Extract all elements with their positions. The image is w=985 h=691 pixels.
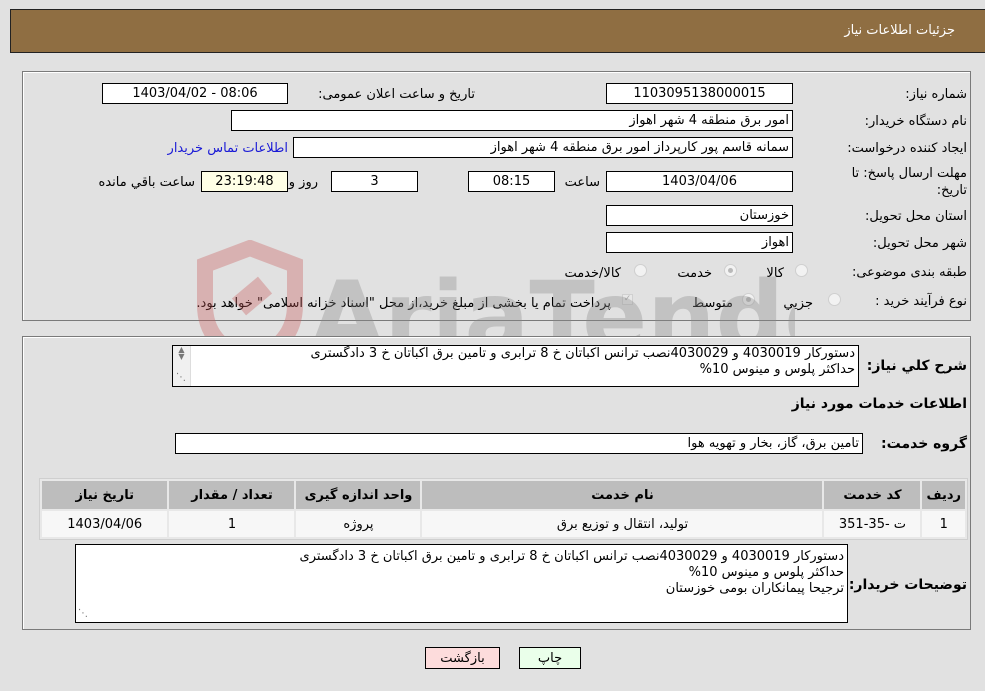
cell-quantity: 1 [169, 511, 295, 537]
description-textarea[interactable]: دستورکار 4030019 و 4030029نصب ترانس اکبا… [172, 345, 859, 387]
page-title: جزئیات اطلاعات نیاز [844, 23, 955, 38]
service-group-label: گروه خدمت: [881, 436, 967, 452]
process-radio-medium[interactable] [742, 293, 755, 306]
back-button[interactable]: بازگشت [425, 647, 500, 669]
buyer-notes-label: توضیحات خریدار: [848, 577, 967, 593]
treasury-checkbox-label: پرداخت تمام یا بخشی از مبلغ خرید،از محل … [196, 296, 611, 311]
table-row: 1 ت -35-351 تولید، انتقال و توزیع برق پر… [42, 511, 965, 537]
treasury-checkbox[interactable]: ✓ [622, 294, 633, 305]
announce-label: تاریخ و ساعت اعلان عمومی: [318, 87, 475, 102]
process-option-minor: جزيي [783, 296, 813, 311]
buyer-notes-textarea[interactable]: دستورکار 4030019 و 4030029نصب ترانس اکبا… [75, 544, 848, 623]
creator-label: ایجاد کننده درخواست: [847, 141, 967, 156]
deadline-label-1: مهلت ارسال پاسخ: تا [851, 166, 967, 181]
days-remaining-field: 3 [331, 171, 418, 192]
category-radio-service[interactable] [724, 264, 737, 277]
process-type-label: نوع فرآیند خرید : [875, 294, 967, 309]
services-section-title: اطلاعات خدمات مورد نیاز [791, 396, 967, 412]
description-scrollbar[interactable]: ▲ ▼ ⋱ [173, 346, 191, 386]
service-group-field: تامین برق، گاز، بخار و تهویه هوا [175, 433, 863, 454]
announce-datetime-field: 1403/04/02 - 08:06 [102, 83, 288, 104]
col-header-unit: واحد اندازه گیری [296, 481, 421, 509]
buyer-contact-link[interactable]: اطلاعات تماس خریدار [168, 141, 288, 156]
category-option-goods: کالا [766, 266, 784, 281]
category-option-goods-service: کالا/خدمت [564, 266, 621, 281]
days-label: روز و [288, 175, 318, 190]
deadline-date-field: 1403/04/06 [606, 171, 793, 192]
city-label: شهر محل تحویل: [872, 236, 967, 251]
buyer-org-label: نام دستگاه خریدار: [864, 114, 967, 129]
scroll-down-icon[interactable]: ▼ [173, 353, 190, 361]
need-number-label: شماره نیاز: [905, 87, 967, 102]
resize-grip-icon[interactable]: ⋱ [176, 372, 186, 383]
category-option-service: خدمت [677, 266, 712, 281]
remaining-time-field: 23:19:48 [201, 171, 288, 192]
remaining-label: ساعت باقي مانده [98, 175, 195, 190]
table-header-row: ردیف کد خدمت نام خدمت واحد اندازه گیری ت… [42, 481, 965, 509]
description-label: شرح کلي نیاز: [866, 358, 967, 374]
province-field: خوزستان [606, 205, 793, 226]
cell-need-date: 1403/04/06 [42, 511, 168, 537]
resize-grip-icon[interactable]: ⋱ [78, 608, 88, 619]
deadline-label-2: تاریخ: [936, 183, 967, 198]
category-radio-goods-service[interactable] [634, 264, 647, 277]
province-label: استان محل تحویل: [865, 209, 967, 224]
category-label: طبقه بندی موضوعی: [851, 265, 967, 280]
services-table: ردیف کد خدمت نام خدمت واحد اندازه گیری ت… [39, 478, 968, 540]
process-radio-minor[interactable] [828, 293, 841, 306]
city-field: اهواز [606, 232, 793, 253]
col-header-quantity: تعداد / مقدار [169, 481, 295, 509]
cell-service-code: ت -35-351 [824, 511, 921, 537]
time-label: ساعت [564, 175, 600, 190]
col-header-service-code: کد خدمت [824, 481, 921, 509]
print-button[interactable]: چاپ [519, 647, 581, 669]
buyer-org-field: امور برق منطقه 4 شهر اهواز [231, 110, 793, 131]
deadline-time-field: 08:15 [468, 171, 555, 192]
col-header-need-date: تاریخ نیاز [42, 481, 168, 509]
process-option-medium: متوسط [692, 296, 733, 311]
need-details-panel [22, 71, 971, 321]
col-header-service-name: نام خدمت [422, 481, 823, 509]
col-header-row-number: ردیف [922, 481, 965, 509]
category-radio-goods[interactable] [795, 264, 808, 277]
cell-row-number: 1 [922, 511, 965, 537]
need-number-field: 1103095138000015 [606, 83, 793, 104]
cell-unit: پروژه [296, 511, 421, 537]
creator-field: سمانه قاسم پور کارپرداز امور برق منطقه 4… [293, 137, 793, 158]
cell-service-name: تولید، انتقال و توزیع برق [422, 511, 823, 537]
page-header: جزئیات اطلاعات نیاز [10, 9, 985, 53]
